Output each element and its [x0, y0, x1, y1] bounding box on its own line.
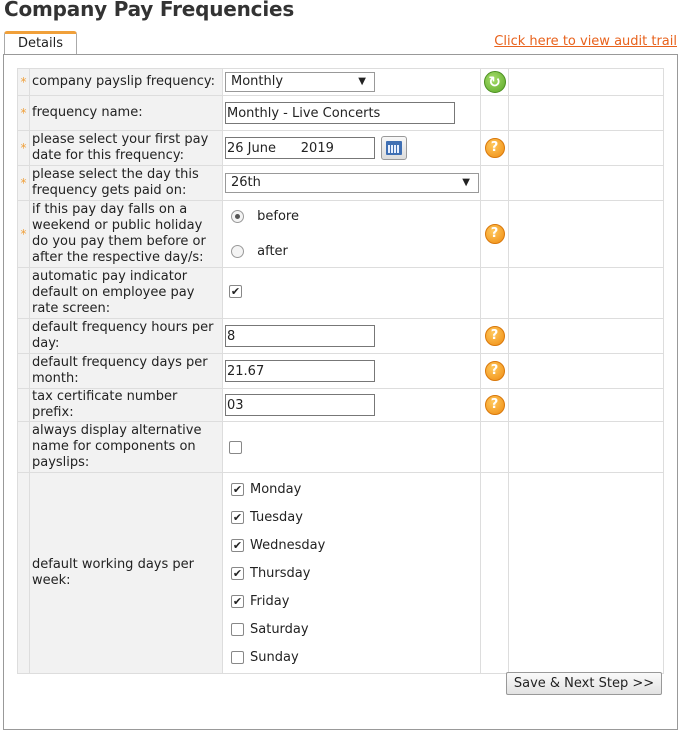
radio-before-label: before	[257, 209, 299, 224]
required-marker: *	[17, 200, 30, 268]
radio-after-label: after	[257, 244, 288, 259]
tax-prefix-label: tax certificate number prefix:	[29, 388, 223, 422]
payslip-frequency-value: Monthly	[231, 74, 284, 89]
help-icon[interactable]: ?	[484, 395, 505, 415]
auto-pay-indicator-label: automatic pay indicator default on emplo…	[29, 267, 223, 319]
auto-pay-indicator-checkbox[interactable]: ✔	[229, 285, 242, 298]
form-row-hours-per-day: default frequency hours per day: ?	[17, 318, 664, 354]
first-pay-date-label: please select your first pay date for th…	[29, 130, 223, 166]
required-marker: *	[17, 68, 30, 96]
form-row-holiday-rule: * if this pay day falls on a weekend or …	[17, 200, 664, 268]
form-row-working-days: default working days per week: ✔ Monday ✔ T…	[17, 472, 664, 674]
form-row-frequency-name: * frequency name:	[17, 95, 664, 131]
working-day-label: Wednesday	[250, 538, 326, 553]
working-day-checkbox[interactable]: ✔	[231, 539, 244, 552]
working-day-option[interactable]: Saturday	[225, 616, 480, 644]
form-row-tax-prefix: tax certificate number prefix: ?	[17, 388, 664, 422]
required-marker: *	[17, 95, 30, 131]
pay-day-label: please select the day this frequency get…	[29, 165, 223, 201]
page-title: Company Pay Frequencies	[4, 0, 295, 21]
tax-prefix-input[interactable]	[225, 394, 375, 416]
working-day-checkbox[interactable]: ✔	[231, 595, 244, 608]
form-row-pay-day: * please select the day this frequency g…	[17, 165, 664, 201]
working-day-label: Tuesday	[250, 510, 303, 525]
radio-before[interactable]	[231, 210, 244, 223]
required-marker: *	[17, 165, 30, 201]
working-day-option[interactable]: ✔ Monday	[225, 476, 480, 504]
working-day-option[interactable]: ✔ Tuesday	[225, 504, 480, 532]
required-marker: *	[17, 130, 30, 166]
holiday-rule-label: if this pay day falls on a weekend or pu…	[29, 200, 223, 268]
help-icon[interactable]: ?	[484, 224, 505, 244]
alt-name-checkbox[interactable]	[229, 440, 242, 454]
help-icon[interactable]: ?	[484, 361, 505, 381]
frequency-name-input[interactable]	[225, 102, 455, 124]
refresh-icon[interactable]: ↻	[483, 71, 506, 93]
help-icon[interactable]: ?	[484, 138, 505, 158]
days-per-month-input[interactable]	[225, 360, 375, 382]
form-row-first-pay-date: * please select your first pay date for …	[17, 130, 664, 166]
form-row-alt-name: always display alternative name for comp…	[17, 421, 664, 473]
alt-name-label: always display alternative name for comp…	[29, 421, 223, 473]
calendar-icon[interactable]	[381, 136, 408, 160]
tab-details[interactable]: Details	[4, 31, 77, 54]
working-day-option[interactable]: ✔ Thursday	[225, 560, 480, 588]
pay-day-select[interactable]: 26th ▼	[225, 173, 479, 193]
details-panel: * company payslip frequency: Monthly ▼ ↻…	[3, 54, 678, 730]
pay-frequency-form: * company payslip frequency: Monthly ▼ ↻…	[17, 68, 664, 674]
hours-per-day-label: default frequency hours per day:	[29, 318, 223, 354]
working-day-label: Saturday	[250, 622, 309, 637]
working-day-label: Monday	[250, 482, 302, 497]
working-day-option[interactable]: ✔ Wednesday	[225, 532, 480, 560]
help-icon[interactable]: ?	[484, 326, 505, 346]
form-row-auto-pay-indicator: automatic pay indicator default on emplo…	[17, 267, 664, 319]
working-day-checkbox[interactable]: ✔	[231, 511, 244, 524]
hours-per-day-input[interactable]	[225, 325, 375, 347]
dropdown-arrow-icon: ▼	[462, 177, 470, 188]
working-day-checkbox[interactable]	[231, 651, 244, 664]
form-row-payslip-frequency: * company payslip frequency: Monthly ▼ ↻	[17, 68, 664, 96]
working-day-checkbox[interactable]: ✔	[231, 567, 244, 580]
form-row-days-per-month: default frequency days per month: ?	[17, 353, 664, 389]
dropdown-arrow-icon: ▼	[358, 76, 366, 87]
frequency-name-label: frequency name:	[29, 95, 223, 131]
audit-trail-link[interactable]: Click here to view audit trail	[494, 34, 677, 49]
payslip-frequency-select[interactable]: Monthly ▼	[225, 72, 375, 92]
radio-after[interactable]	[231, 245, 244, 258]
working-day-option[interactable]: Sunday	[225, 644, 480, 672]
payslip-frequency-label: company payslip frequency:	[29, 68, 223, 96]
working-day-label: Thursday	[250, 566, 311, 581]
working-day-checkbox[interactable]: ✔	[231, 483, 244, 496]
pay-day-value: 26th	[231, 175, 261, 190]
working-day-option[interactable]: ✔ Friday	[225, 588, 480, 616]
working-days-label: default working days per week:	[29, 472, 223, 674]
radio-option-after[interactable]: after	[231, 234, 480, 266]
working-day-checkbox[interactable]	[231, 623, 244, 636]
working-days-list: ✔ Monday ✔ Tuesday ✔ Wednesday ✔ Thursday ✔ Frida…	[225, 476, 480, 672]
save-next-step-button[interactable]: Save & Next Step >>	[506, 672, 662, 695]
first-pay-date-input[interactable]	[225, 137, 375, 159]
working-day-label: Sunday	[250, 650, 299, 665]
radio-option-before[interactable]: before	[231, 202, 480, 234]
days-per-month-label: default frequency days per month:	[29, 353, 223, 389]
working-day-label: Friday	[250, 594, 290, 609]
